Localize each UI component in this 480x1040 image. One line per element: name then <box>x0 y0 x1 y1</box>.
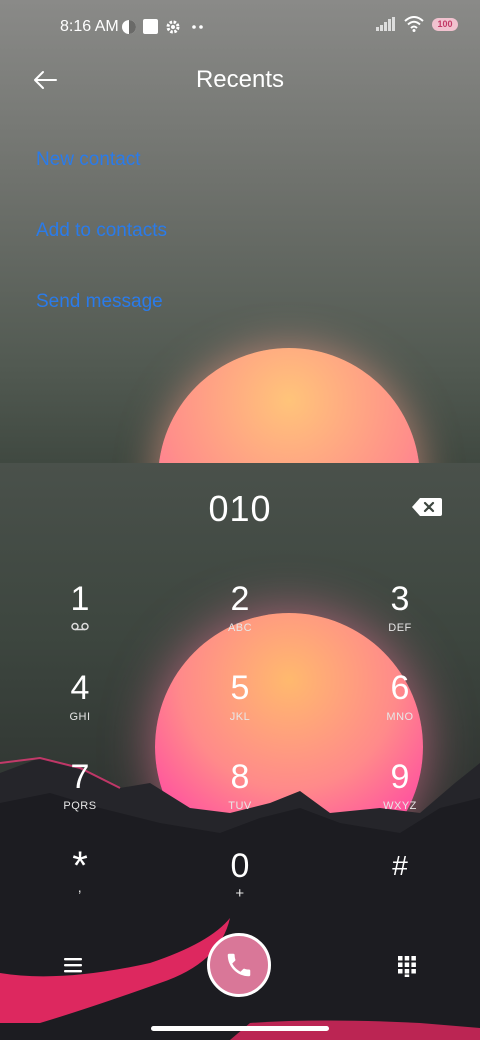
notification-box-icon <box>143 19 158 34</box>
key-digit: # <box>392 850 408 881</box>
wifi-icon <box>404 16 424 32</box>
key-letters: TUV <box>228 800 252 812</box>
signal-icon <box>376 17 395 31</box>
key-7[interactable]: 7 PQRS <box>20 758 140 814</box>
key-9[interactable]: 9 WXYZ <box>340 758 460 814</box>
dialed-number: 010 <box>208 488 272 529</box>
status-bar: 8:16 AM 100 <box>0 0 480 56</box>
key-hash[interactable]: # <box>340 847 460 903</box>
data-saver-icon <box>122 20 136 34</box>
send-message-link[interactable]: Send message <box>36 291 163 313</box>
home-indicator[interactable] <box>151 1026 329 1031</box>
key-letters: + <box>235 885 245 902</box>
key-letters: WXYZ <box>383 800 417 812</box>
key-letters: PQRS <box>63 800 97 812</box>
key-letters: JKL <box>229 711 251 723</box>
key-letters <box>340 889 460 903</box>
key-5[interactable]: 5 JKL <box>180 669 300 725</box>
hamburger-menu-icon[interactable] <box>62 956 84 974</box>
key-0[interactable]: 0 + <box>180 847 300 902</box>
key-digit: 7 <box>70 758 90 796</box>
key-digit: 5 <box>230 669 250 707</box>
battery-indicator: 100 <box>432 17 458 31</box>
key-digit: 8 <box>230 758 250 796</box>
key-digit: 9 <box>390 758 410 796</box>
add-to-contacts-link[interactable]: Add to contacts <box>36 220 167 242</box>
key-letters: ABC <box>227 622 253 634</box>
voicemail-icon <box>20 622 140 636</box>
more-notifications-icon <box>192 25 203 29</box>
key-digit: 0 <box>230 847 250 885</box>
phone-icon <box>227 953 251 977</box>
key-digit: 3 <box>390 580 410 618</box>
status-right: 100 <box>376 16 458 32</box>
key-1[interactable]: 1 <box>20 580 140 636</box>
call-button[interactable] <box>207 933 271 997</box>
settings-gear-icon <box>166 20 180 34</box>
key-letters: DEF <box>388 622 412 634</box>
key-digit: 4 <box>70 669 90 707</box>
key-letters: GHI <box>69 711 91 723</box>
key-6[interactable]: 6 MNO <box>340 669 460 725</box>
key-digit: 1 <box>70 580 90 618</box>
key-8[interactable]: 8 TUV <box>180 758 300 814</box>
key-digit: 2 <box>230 580 250 618</box>
new-contact-link[interactable]: New contact <box>36 149 141 171</box>
key-letters: MNO <box>386 711 414 723</box>
key-digit: 6 <box>390 669 410 707</box>
backspace-icon[interactable] <box>410 494 444 520</box>
status-time: 8:16 AM <box>60 18 119 35</box>
key-3[interactable]: 3 DEF <box>340 580 460 636</box>
key-letters: , <box>77 879 83 895</box>
key-2[interactable]: 2 ABC <box>180 580 300 636</box>
page-title: Recents <box>195 66 285 93</box>
key-4[interactable]: 4 GHI <box>20 669 140 725</box>
key-star[interactable]: * , <box>20 846 140 895</box>
keypad-icon[interactable] <box>397 955 417 977</box>
